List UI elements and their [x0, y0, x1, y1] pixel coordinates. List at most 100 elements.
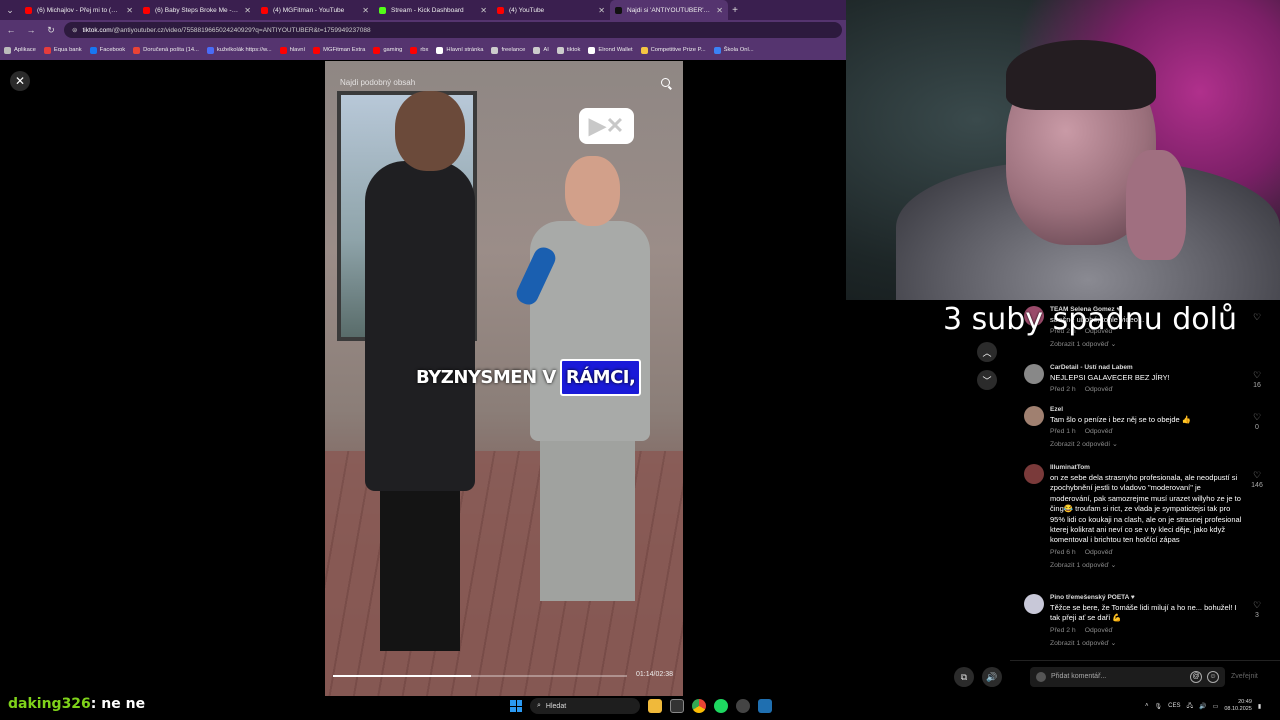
microphone-icon[interactable]: 🎙 — [1155, 703, 1163, 710]
browser-tab[interactable]: Najdi si 'ANTIYOUTUBER' v ... ✕ — [610, 0, 728, 20]
reply-button[interactable]: Odpověď — [1085, 428, 1113, 435]
bookmark-item[interactable]: Doručená pošta (14... — [133, 46, 199, 54]
site-info-icon[interactable]: ⊜ — [72, 26, 77, 34]
comments-list[interactable]: TEAM Selena Gomez ♥ strašně ubohé, tohle … — [1010, 300, 1280, 660]
volume-button[interactable]: 🔊 — [982, 667, 1002, 687]
browser-toolbar: ← → ↻ ⊜ tiktok.com/@antiyoutuber.cz/vide… — [0, 20, 846, 40]
post-comment-button[interactable]: Zveřejnit — [1231, 673, 1258, 680]
previous-video-button[interactable]: ︿ — [977, 342, 997, 362]
close-tab-icon[interactable]: ✕ — [480, 6, 487, 15]
browser-tab[interactable]: (6) Michajlov - Přej mi to (Prod ✕ — [20, 0, 138, 20]
bookmark-item[interactable]: Competitive Prize P... — [640, 46, 706, 54]
comment-author[interactable]: IlluminatTom — [1050, 464, 1244, 471]
avatar[interactable] — [1024, 464, 1044, 484]
close-video-button[interactable]: ✕ — [10, 71, 30, 91]
comment-meta: Před 2 h Odpověď — [1050, 386, 1244, 393]
close-icon: ✕ — [14, 74, 26, 88]
like-button[interactable]: ♡ 3 — [1249, 600, 1265, 619]
tab-search-icon[interactable]: ⌄ — [0, 0, 20, 20]
emoji-icon[interactable]: ☺ — [1207, 670, 1219, 683]
view-replies-button[interactable]: Zobrazit 1 odpověď ⌄ — [1050, 639, 1244, 647]
spotify-icon[interactable] — [714, 699, 728, 713]
close-tab-icon[interactable]: ✕ — [598, 6, 605, 15]
bookmark-item[interactable]: MGFitman Extra — [313, 46, 365, 54]
view-replies-button[interactable]: Zobrazit 2 odpovědí ⌄ — [1050, 440, 1244, 448]
bookmark-item[interactable]: Škola Onl... — [713, 46, 754, 54]
network-icon[interactable]: 🖧 — [1186, 701, 1193, 711]
bookmark-item[interactable]: Facebook — [89, 46, 126, 54]
reply-button[interactable]: Odpověď — [1085, 549, 1113, 556]
like-button[interactable]: ♡ 0 — [1249, 412, 1265, 431]
bookmark-item[interactable]: Elrond Wallet — [588, 46, 633, 54]
bookmark-item[interactable]: Equa bank — [43, 46, 82, 54]
pip-button[interactable]: ⧉ — [954, 667, 974, 687]
video-search-bar[interactable]: Najdi podobný obsah — [340, 72, 670, 92]
browser-tab[interactable]: (4) MGFitman - YouTube ✕ — [256, 0, 374, 20]
comment-input[interactable]: Přidat komentář... @ ☺ — [1030, 666, 1225, 687]
bookmark-label: tiktok — [566, 47, 581, 53]
close-tab-icon[interactable]: ✕ — [244, 6, 251, 15]
close-tab-icon[interactable]: ✕ — [716, 6, 723, 15]
battery-icon[interactable]: ▭ — [1213, 703, 1219, 710]
tab-label: (6) Michajlov - Přej mi to (Prod — [37, 6, 122, 14]
chrome-icon[interactable] — [692, 699, 706, 713]
close-tab-icon[interactable]: ✕ — [126, 6, 133, 15]
comment-author[interactable]: Ezel — [1050, 406, 1244, 413]
webcam-hair — [1006, 40, 1156, 110]
close-tab-icon[interactable]: ✕ — [362, 6, 369, 15]
video-caption: BYZNYSMEN V RÁMCI, — [412, 358, 642, 396]
next-video-button[interactable]: ﹀ — [977, 370, 997, 390]
file-explorer-icon[interactable] — [648, 699, 662, 713]
like-button[interactable]: ♡ — [1249, 312, 1265, 324]
comment-time: Před 1 h — [1050, 428, 1076, 436]
like-button[interactable]: ♡ 16 — [1249, 370, 1265, 389]
new-tab-button[interactable]: + — [728, 5, 742, 16]
app-icon[interactable] — [758, 699, 772, 713]
search-icon[interactable] — [661, 77, 670, 87]
notifications-icon[interactable]: ▮ — [1258, 703, 1261, 710]
like-count: 0 — [1255, 424, 1259, 431]
taskbar-search[interactable]: ⌕ Hledat — [530, 698, 640, 714]
terminal-icon[interactable] — [670, 699, 684, 713]
bookmark-item[interactable]: freelance — [491, 46, 525, 54]
like-button[interactable]: ♡ 146 — [1249, 470, 1265, 489]
bookmark-item[interactable]: kuželkolák https://w... — [206, 46, 272, 54]
avatar[interactable] — [1024, 406, 1044, 426]
bookmark-item[interactable]: hlavní — [279, 46, 305, 54]
browser-tab[interactable]: Stream - Kick Dashboard ✕ — [374, 0, 492, 20]
comment-placeholder: Přidat komentář... — [1051, 673, 1107, 680]
comment-author[interactable]: CarDetail - Ustí nad Labem — [1050, 364, 1244, 371]
language-indicator[interactable]: CES — [1168, 703, 1180, 709]
browser-tab[interactable]: (6) Baby Steps Broke Me - YouT ✕ — [138, 0, 256, 20]
bookmark-item[interactable]: AI — [533, 46, 549, 54]
mention-icon[interactable]: @ — [1190, 670, 1202, 683]
reply-button[interactable]: Odpověď — [1085, 627, 1113, 634]
reload-icon[interactable]: ↻ — [44, 25, 58, 36]
windows-start-icon[interactable] — [510, 700, 522, 712]
browser-chrome: ⌄ (6) Michajlov - Přej mi to (Prod ✕ (6) B… — [0, 0, 846, 60]
address-bar[interactable]: ⊜ tiktok.com/@antiyoutuber.cz/video/7558… — [64, 22, 842, 38]
bookmark-label: Facebook — [99, 47, 126, 53]
avatar[interactable] — [1024, 594, 1044, 614]
chevron-up-icon[interactable]: ˄ — [1145, 703, 1149, 709]
obs-icon[interactable] — [736, 699, 750, 713]
browser-tab[interactable]: (4) YouTube ✕ — [492, 0, 610, 20]
view-replies-button[interactable]: Zobrazit 1 odpověď ⌄ — [1050, 340, 1244, 348]
bookmark-item[interactable]: Aplikace — [4, 46, 36, 54]
view-replies-button[interactable]: Zobrazit 1 odpověď ⌄ — [1050, 561, 1244, 569]
volume-icon[interactable]: 🔊 — [1199, 703, 1206, 710]
back-icon[interactable]: ← — [4, 25, 18, 35]
bookmark-item[interactable]: rbx — [410, 46, 428, 54]
forward-icon[interactable]: → — [24, 25, 38, 35]
bookmark-item[interactable]: tiktok — [556, 46, 581, 54]
bookmark-item[interactable]: Hlavní stránka — [436, 46, 483, 54]
reply-button[interactable]: Odpověď — [1085, 386, 1113, 393]
bookmark-item[interactable]: gaming — [373, 46, 403, 54]
video-progress-bar[interactable] — [333, 675, 627, 677]
bookmark-label: gaming — [383, 47, 403, 53]
avatar[interactable] — [1024, 364, 1044, 384]
heart-icon: ♡ — [1252, 312, 1262, 322]
clock[interactable]: 20:49 08.10.2025 — [1224, 699, 1252, 713]
comment-author[interactable]: Pino třemešenský POETA ♥ — [1050, 594, 1244, 601]
bookmark-icon — [533, 46, 541, 54]
